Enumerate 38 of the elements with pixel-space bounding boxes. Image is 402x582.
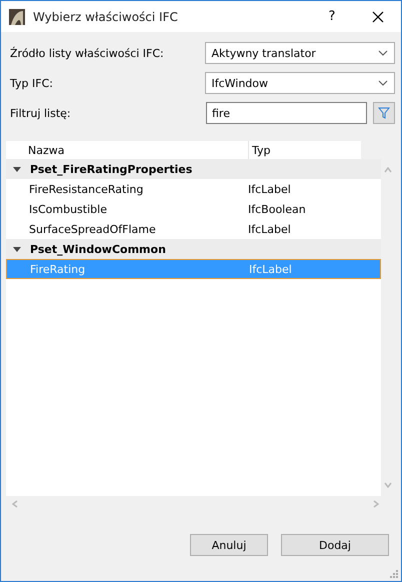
property-type: IfcLabel [248, 222, 292, 236]
list-row[interactable]: FireResistanceRating IfcLabel [6, 179, 381, 199]
window-title: Wybierz właściwości IFC [33, 10, 179, 24]
property-name: FireResistanceRating [28, 182, 144, 196]
field-label: Typ IFC: [10, 76, 54, 90]
property-name: IsCombustible [28, 202, 108, 216]
dialog-button[interactable]: Dodaj [281, 534, 389, 556]
filter-field[interactable]: fire [206, 102, 367, 124]
app-icon [9, 8, 25, 24]
dropdown[interactable]: Aktywny translator [205, 42, 395, 64]
scroll-left-icon[interactable] [12, 500, 18, 508]
column-header[interactable]: Nazwa [6, 141, 248, 159]
filter-button[interactable] [373, 102, 395, 124]
property-type: IfcBoolean [248, 202, 307, 216]
field-label: Filtruj listę: [10, 106, 72, 120]
property-name: SurfaceSpreadOfFlame [28, 222, 157, 236]
group-name: Pset_FireRatingProperties [30, 162, 192, 176]
close-icon[interactable] [372, 10, 384, 22]
list-row[interactable]: IsCombustible IfcBoolean [6, 199, 381, 219]
dropdown[interactable]: IfcWindow [205, 72, 395, 94]
field-label: Źródło listy właściwości IFC: [10, 46, 165, 60]
help-button[interactable]: ? [309, 9, 355, 24]
caret-icon [378, 80, 388, 86]
property-type: IfcLabel [249, 262, 293, 276]
scroll-down-icon[interactable] [384, 482, 392, 488]
scroll-up-icon[interactable] [384, 167, 392, 173]
caret-icon [378, 50, 388, 56]
collapse-triangle-icon[interactable] [13, 166, 21, 172]
collapse-triangle-icon[interactable] [13, 246, 21, 252]
resize-grip-icon[interactable] [390, 570, 398, 578]
list-row[interactable]: SurfaceSpreadOfFlame IfcLabel [6, 219, 381, 239]
group-name: Pset_WindowCommon [30, 242, 166, 256]
scroll-right-icon[interactable] [373, 500, 379, 508]
funnel-icon [378, 107, 390, 119]
property-name: FireRating [29, 262, 86, 276]
column-header[interactable]: Typ [248, 141, 361, 159]
property-type: IfcLabel [248, 182, 292, 196]
dialog-button[interactable]: Anuluj [190, 534, 268, 556]
